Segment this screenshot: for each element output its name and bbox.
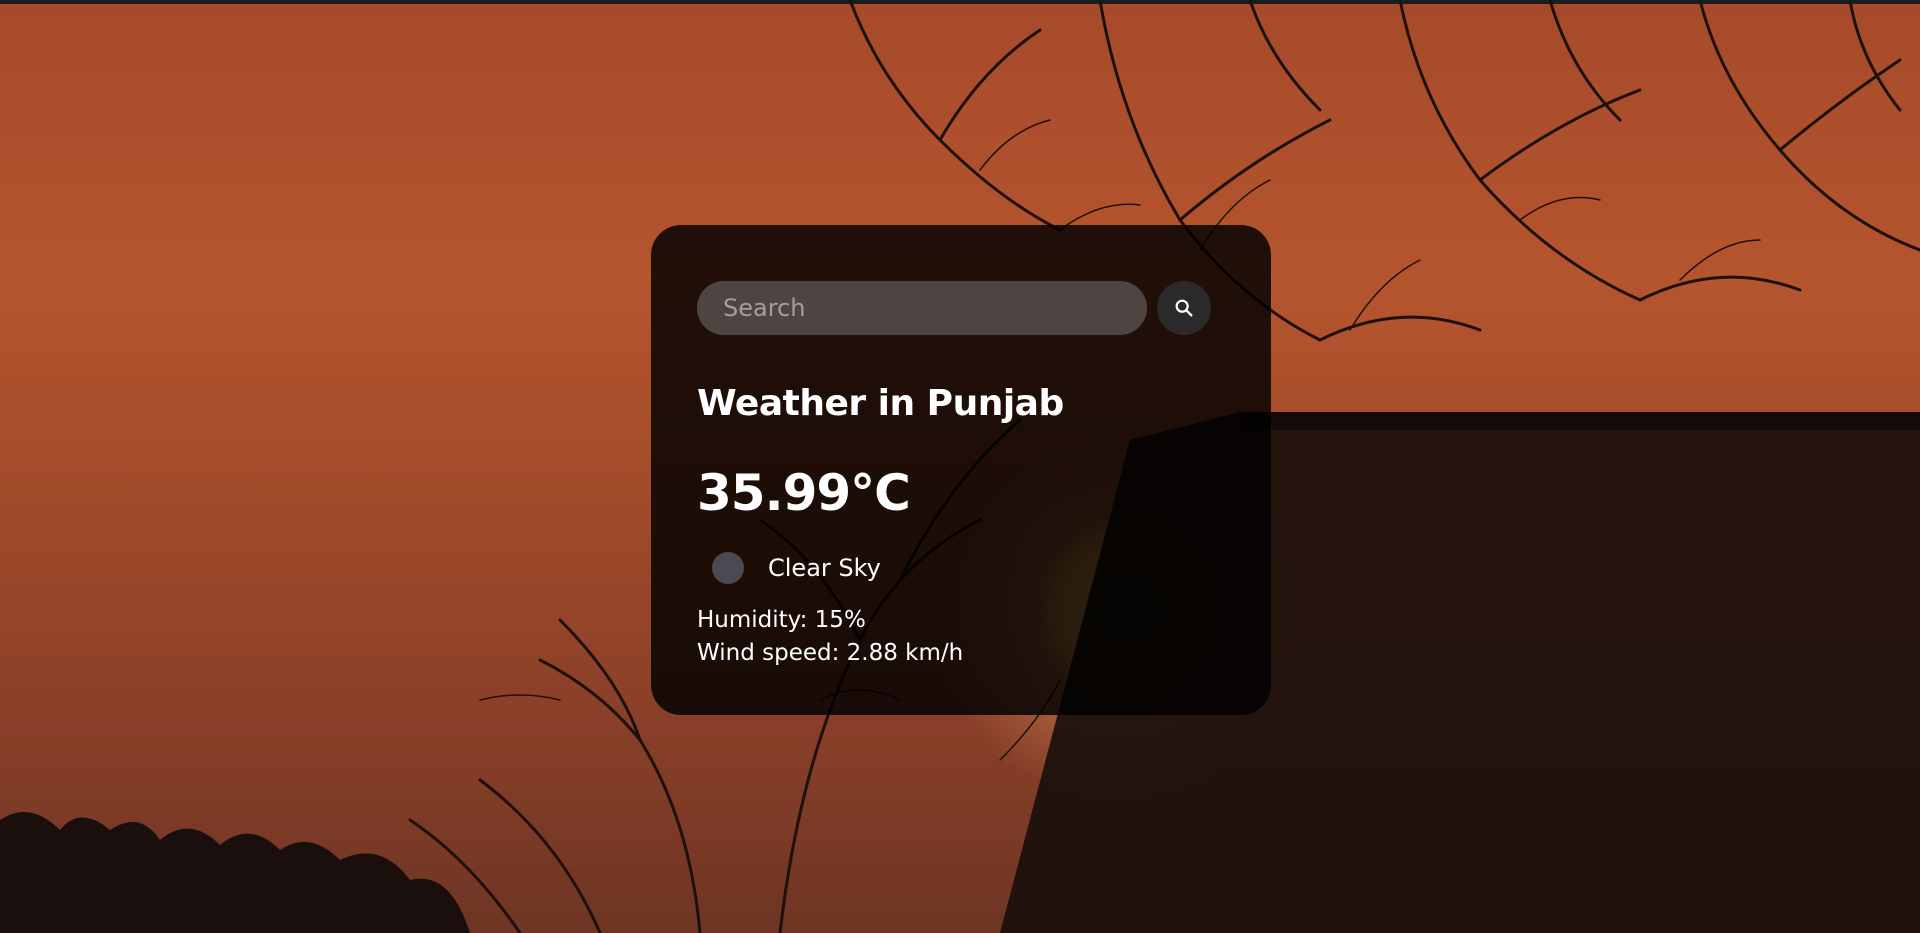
weather-condition-icon [712, 552, 744, 584]
weather-description: Clear Sky [768, 554, 881, 582]
temperature-value: 35.99°C [697, 464, 911, 522]
search-icon [1175, 299, 1193, 317]
weather-app-page: Weather in Punjab 35.99°C Clear Sky Humi… [0, 0, 1920, 933]
weather-card: Weather in Punjab 35.99°C Clear Sky Humi… [651, 225, 1271, 715]
location-title: Weather in Punjab [697, 383, 1064, 424]
condition-row: Clear Sky [697, 552, 1225, 584]
search-input[interactable] [697, 281, 1147, 335]
search-bar [697, 281, 1225, 335]
search-button[interactable] [1157, 281, 1211, 335]
humidity-text: Humidity: 15% [697, 607, 866, 633]
wind-speed-text: Wind speed: 2.88 km/h [697, 640, 964, 666]
